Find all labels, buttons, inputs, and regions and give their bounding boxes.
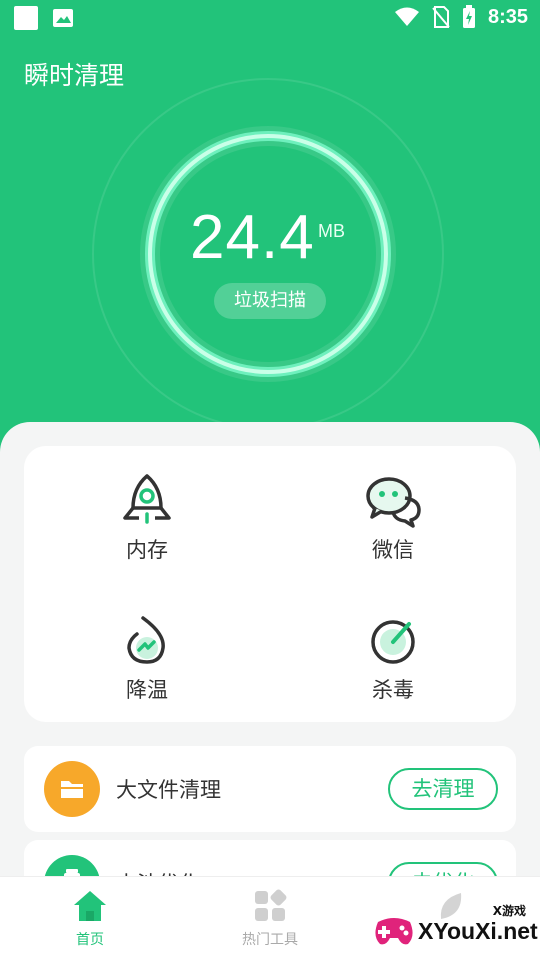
status-right: 8:35 (394, 5, 528, 29)
folder-icon-circle (44, 761, 100, 817)
nav-label-home: 首页 (76, 932, 104, 948)
home-icon (74, 891, 106, 921)
grid-label-antivirus: 杀毒 (372, 678, 414, 702)
grid-item-memory[interactable]: 内存 (72, 472, 222, 572)
junk-size-unit: MB (318, 221, 345, 241)
junk-scan-button[interactable]: 垃圾扫描 (214, 283, 326, 319)
watermark-logo: X游戏 XYouXi.net (370, 900, 540, 960)
watermark-main: XYouXi.net (418, 918, 538, 944)
gamepad-logo-icon (375, 918, 413, 945)
cooling-drop-icon (127, 616, 165, 664)
grid-label-wechat: 微信 (372, 538, 414, 562)
no-sim-icon (432, 6, 450, 28)
battery-charging-icon (462, 5, 475, 28)
nav-item-home[interactable]: 首页 (30, 889, 150, 949)
tool-card-large-file[interactable]: 大文件清理 去清理 (24, 746, 516, 832)
tools-grid-icon (255, 889, 287, 921)
junk-size-value: 24.4 (190, 203, 315, 272)
grid-label-cooling: 降温 (126, 678, 168, 702)
tool-title-large-file: 大文件清理 (116, 778, 221, 802)
folder-icon (61, 781, 83, 798)
nav-item-tools[interactable]: 热门工具 (210, 889, 330, 949)
status-left (14, 6, 74, 30)
hero-section: 瞬时清理 24.4 MB 垃圾扫描 (0, 36, 540, 456)
antivirus-gauge-icon (371, 620, 415, 664)
watermark-sub: X游戏 (492, 904, 526, 918)
status-bar: 8:35 (0, 0, 540, 36)
notification-square-icon (14, 6, 38, 30)
grid-item-antivirus[interactable]: 杀毒 (318, 612, 468, 712)
wifi-icon (394, 7, 419, 26)
grid-label-memory: 内存 (126, 538, 168, 562)
image-notification-icon (53, 9, 73, 27)
function-grid-card: 内存 微信 降温 杀毒 (24, 446, 516, 722)
nav-label-tools: 热门工具 (242, 932, 298, 948)
grid-item-wechat[interactable]: 微信 (318, 472, 468, 572)
grid-item-cooling[interactable]: 降温 (72, 612, 222, 712)
status-time: 8:35 (487, 5, 528, 28)
clean-large-file-button[interactable]: 去清理 (388, 768, 498, 810)
rocket-icon (123, 474, 171, 524)
wechat-icon (366, 477, 421, 528)
